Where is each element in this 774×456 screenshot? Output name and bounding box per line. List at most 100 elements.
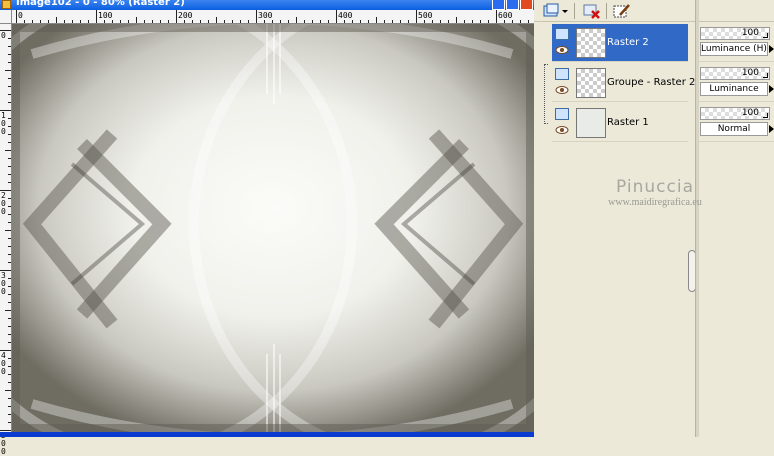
ruler-tick: [8, 302, 11, 303]
ruler-tick: [8, 126, 11, 127]
ruler-tick: [8, 222, 11, 223]
ruler-tick: [8, 318, 11, 319]
layers-palette: Raster 2 Groupe - Raster 2 Raster 1 100 …: [534, 0, 774, 437]
eye-icon[interactable]: [555, 46, 569, 54]
ruler-tick: [8, 38, 11, 39]
ruler-tick: [8, 414, 11, 415]
ruler-tick: [336, 10, 337, 23]
ruler-tick: [168, 20, 169, 23]
canvas-artwork: [12, 24, 534, 432]
blend-mode-select[interactable]: Luminance (H): [700, 42, 768, 56]
ruler-tick: [8, 198, 11, 199]
ruler-tick: [32, 20, 33, 23]
delete-layer-button[interactable]: [582, 2, 602, 20]
blend-mode-select[interactable]: Luminance: [700, 82, 768, 96]
image-titlebar[interactable]: Image102 - 0 - 80% (Raster 2): [0, 0, 534, 10]
ruler-tick: [440, 20, 441, 23]
ruler-label: 0: [18, 11, 23, 20]
minimize-button[interactable]: [492, 0, 505, 10]
opacity-corner: [763, 73, 768, 78]
ruler-tick: [192, 20, 193, 23]
ruler-tick: [8, 214, 11, 215]
group-bracket: [544, 64, 548, 124]
ruler-tick: [8, 62, 11, 63]
blend-arrow-icon[interactable]: [769, 43, 774, 55]
ruler-tick: [8, 294, 11, 295]
ruler-tick: [5, 310, 11, 311]
ruler-tick: [8, 86, 11, 87]
blend-mode-select[interactable]: Normal: [700, 122, 768, 136]
ruler-tick: [520, 20, 521, 23]
layer-thumbnail: [576, 108, 606, 138]
ruler-label: 3 0 0: [1, 271, 6, 296]
eye-icon[interactable]: [555, 126, 569, 134]
opacity-slider[interactable]: 100: [700, 67, 770, 80]
watermark-name: Pinuccia: [616, 177, 694, 197]
layer-name: Raster 1: [607, 117, 649, 128]
layer-row-raster-2[interactable]: Raster 2: [552, 24, 688, 62]
ruler-tick: [184, 20, 185, 23]
ruler-tick: [384, 20, 385, 23]
ruler-tick: [8, 174, 11, 175]
image-window: Image102 - 0 - 80% (Raster 2) 0 100 200 300…: [0, 0, 534, 456]
ruler-tick: [40, 20, 41, 23]
group-type-icon: [555, 68, 569, 80]
delete-layer-icon: [583, 4, 600, 19]
layer-type-icon: [555, 28, 569, 40]
opacity-slider[interactable]: 100: [700, 107, 770, 120]
ruler-label: 1 0 0: [1, 111, 6, 136]
ruler-label: 0: [1, 31, 6, 40]
ruler-tick: [88, 20, 89, 23]
layer-row-groupe-raster-2[interactable]: Groupe - Raster 2: [552, 64, 695, 102]
maximize-button[interactable]: [506, 0, 519, 10]
ruler-tick: [64, 20, 65, 23]
ruler-tick: [8, 406, 11, 407]
ruler-tick: [528, 20, 529, 23]
ruler-label: 100: [98, 11, 113, 20]
blend-arrow-icon[interactable]: [769, 83, 774, 95]
layer-type-icon: [555, 108, 569, 120]
ruler-label: 500: [418, 11, 433, 20]
ruler-tick: [464, 20, 465, 23]
ruler-tick: [8, 94, 11, 95]
ruler-tick: [8, 262, 11, 263]
edit-selection-button[interactable]: [612, 2, 632, 20]
close-button[interactable]: [520, 0, 533, 10]
ruler-tick: [512, 20, 513, 23]
layer-properties: 100 Luminance (H) 100 Luminance 100 Norm…: [698, 24, 774, 142]
ruler-tick: [8, 118, 11, 119]
ruler-tick: [160, 20, 161, 23]
new-layer-button[interactable]: [540, 2, 570, 20]
layer-row-raster-1[interactable]: Raster 1: [552, 104, 688, 142]
ruler-tick: [5, 150, 11, 151]
blend-arrow-icon[interactable]: [769, 123, 774, 135]
ruler-tick: [288, 20, 289, 23]
ruler-tick: [8, 278, 11, 279]
ruler-tick: [216, 17, 217, 23]
eye-icon[interactable]: [555, 86, 569, 94]
opacity-slider[interactable]: 100: [700, 27, 770, 40]
ruler-tick: [408, 20, 409, 23]
ruler-tick: [8, 382, 11, 383]
ruler-tick: [392, 20, 393, 23]
ruler-tick: [5, 70, 11, 71]
ruler-tick: [256, 10, 257, 23]
layer-thumbnail: [576, 28, 606, 58]
image-canvas[interactable]: [12, 24, 534, 432]
ruler-tick: [432, 20, 433, 23]
ruler-tick: [8, 46, 11, 47]
horizontal-ruler[interactable]: 0 100 200 300 400 500 600: [12, 10, 534, 24]
ruler-tick: [480, 20, 481, 23]
layer-thumbnail: [576, 68, 606, 98]
ruler-tick: [504, 20, 505, 23]
opacity-corner: [763, 113, 768, 118]
layer-props-row: 100 Luminance (H): [698, 24, 774, 62]
ruler-tick: [80, 20, 81, 23]
ruler-tick: [144, 20, 145, 23]
ruler-tick: [456, 17, 457, 23]
ruler-tick: [8, 326, 11, 327]
ruler-tick: [8, 334, 11, 335]
ruler-tick: [8, 166, 11, 167]
opacity-value: 100: [741, 68, 759, 78]
vertical-ruler[interactable]: 01 0 02 0 03 0 04 0 05 0 0: [0, 24, 12, 456]
